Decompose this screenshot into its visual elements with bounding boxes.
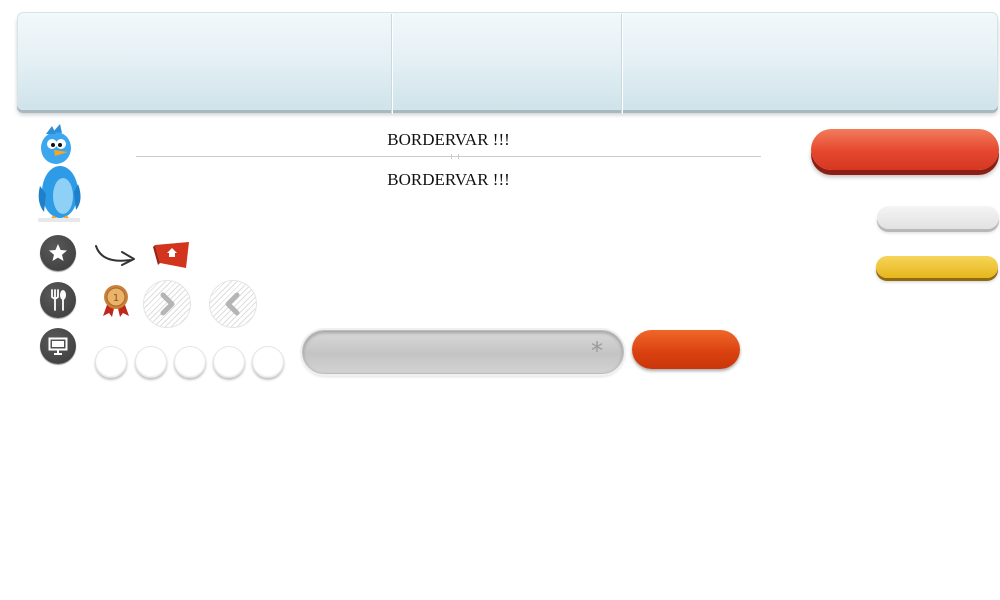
divider-ornament xyxy=(451,154,459,159)
submit-button[interactable] xyxy=(632,330,740,369)
pager-dot-4[interactable] xyxy=(213,346,245,378)
prev-button[interactable] xyxy=(209,280,257,328)
twitter-bird-mascot xyxy=(38,124,81,222)
medal-icon: 1 xyxy=(103,285,129,317)
page-subtitle: BORDERVAR !!! xyxy=(387,170,510,189)
next-button[interactable] xyxy=(143,280,191,328)
search-field[interactable]: * xyxy=(302,330,624,374)
header-segment-1[interactable] xyxy=(17,12,392,110)
red-button[interactable] xyxy=(811,129,999,170)
fork-spoon-icon[interactable] xyxy=(40,282,76,318)
yellow-button[interactable] xyxy=(876,256,998,278)
title-divider xyxy=(136,156,761,157)
monitor-icon[interactable] xyxy=(40,328,76,364)
grey-button[interactable] xyxy=(877,206,999,229)
chevron-right-icon xyxy=(160,292,175,316)
chevron-left-icon xyxy=(225,292,240,316)
required-asterisk-icon: * xyxy=(591,337,603,365)
header-segment-3[interactable] xyxy=(623,12,998,110)
curved-arrow-icon[interactable] xyxy=(94,240,138,268)
page-title: BORDERVAR !!! xyxy=(387,130,510,149)
search-input[interactable] xyxy=(319,341,583,365)
pager-dot-5[interactable] xyxy=(252,346,284,378)
pager-dot-2[interactable] xyxy=(135,346,167,378)
top-header-bar xyxy=(17,12,998,114)
svg-text:1: 1 xyxy=(113,293,119,304)
header-segment-2[interactable] xyxy=(393,12,622,110)
pager-dot-1[interactable] xyxy=(95,346,127,378)
star-icon[interactable] xyxy=(40,235,76,271)
pager-dot-3[interactable] xyxy=(174,346,206,378)
home-flag-icon[interactable] xyxy=(152,239,192,271)
